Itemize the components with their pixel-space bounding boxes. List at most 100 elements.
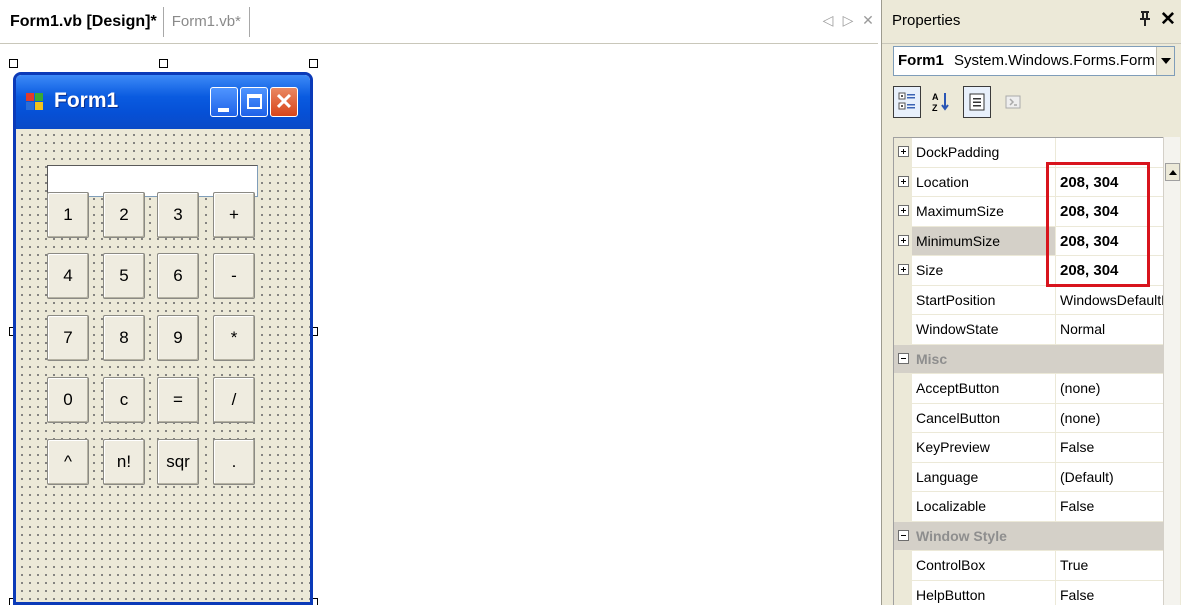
calc-button[interactable]: 7 [47,315,89,361]
category-label: Window Style [916,527,1007,544]
property-row-gutter [894,433,912,462]
calc-button[interactable]: c [103,377,145,423]
selected-object-name: Form1 [898,52,944,69]
calc-button[interactable]: . [213,439,255,485]
property-value[interactable]: (none) [1055,403,1163,432]
calc-button[interactable]: 4 [47,253,89,299]
property-value[interactable]: False [1055,580,1163,605]
property-row[interactable]: MinimumSize 208, 304 [894,226,1163,256]
scroll-up-icon[interactable] [1165,163,1180,181]
calc-button[interactable]: / [213,377,255,423]
minimize-button[interactable] [210,87,238,117]
ide-window: Form1.vb [Design]* Form1.vb* ◁ ▷ ✕ Form1… [0,0,1181,605]
property-row[interactable]: KeyPreview False [894,433,1163,463]
property-row[interactable]: WindowState Normal [894,315,1163,345]
property-row[interactable]: DockPadding [894,138,1163,168]
expand-plus-icon[interactable] [898,234,909,246]
calc-button[interactable]: 3 [157,192,199,238]
expand-plus-icon[interactable] [898,264,909,275]
property-value[interactable]: 208, 304 [1055,197,1163,226]
calc-button[interactable]: - [213,253,255,299]
expand-plus-icon[interactable] [898,175,909,187]
collapse-minus-icon[interactable] [898,529,909,541]
tab-form1-design[interactable]: Form1.vb [Design]* [0,6,164,37]
property-value[interactable]: (Default) [1055,462,1163,491]
calc-button[interactable]: + [213,192,255,238]
pin-icon[interactable] [1138,11,1152,31]
property-value[interactable]: Normal [1055,315,1163,344]
categorized-icon [898,92,915,110]
object-selector-dropdown[interactable]: Form1 System.Windows.Forms.Form [893,46,1175,76]
close-panel-icon[interactable]: ✕ [1160,8,1176,31]
property-category-row[interactable]: Window Style [894,521,1163,551]
property-value[interactable]: False [1055,433,1163,462]
close-document-icon[interactable]: ✕ [862,12,874,29]
property-grid[interactable]: DockPadding Location 208, 304 MaximumSize 20… [893,137,1163,605]
property-row[interactable]: Language (Default) [894,462,1163,492]
calc-button[interactable]: n! [103,439,145,485]
resize-handle-top[interactable] [159,59,168,68]
property-row[interactable]: StartPosition WindowsDefaultLocation [894,285,1163,315]
property-grid-scrollbar[interactable] [1163,137,1180,605]
expand-plus-icon[interactable] [898,205,909,216]
properties-view-button[interactable] [963,86,991,118]
property-value[interactable]: 208, 304 [1055,226,1163,255]
svg-text:A: A [932,92,939,102]
property-row[interactable]: AcceptButton (none) [894,374,1163,404]
calc-button[interactable]: 5 [103,253,145,299]
scroll-tabs-right-icon[interactable]: ▷ [842,12,854,29]
property-value[interactable]: False [1055,492,1163,521]
chevron-down-icon[interactable] [1156,47,1174,75]
calc-button[interactable]: 2 [103,192,145,238]
property-row-gutter [894,403,912,432]
property-row[interactable]: MaximumSize 208, 304 [894,197,1163,227]
close-button[interactable]: ✕ [270,87,298,117]
property-name: WindowState [916,321,999,337]
property-row-gutter [894,315,912,344]
calc-button[interactable]: = [157,377,199,423]
property-value[interactable] [1055,138,1163,167]
property-row[interactable]: Size 208, 304 [894,256,1163,286]
calc-button[interactable]: 8 [103,315,145,361]
design-surface[interactable]: Form1 ✕ 1 2 3 +4 5 6- 7 8 9 * 0 c = / ^ n! sqr. [0,46,880,605]
categorized-button[interactable] [893,86,921,118]
property-row-gutter [894,285,912,314]
tab-form1-code[interactable]: Form1.vb* [164,6,250,37]
property-category-row[interactable]: Misc [894,344,1163,374]
collapse-minus-icon[interactable] [898,352,909,364]
property-value[interactable]: True [1055,551,1163,580]
form-client-area[interactable]: 1 2 3 +4 5 6- 7 8 9 * 0 c = / ^ n! sqr. [16,129,310,602]
svg-text:Z: Z [932,103,938,113]
property-name: Language [916,468,979,485]
scroll-tabs-left-icon[interactable]: ◁ [822,12,834,29]
events-view-button[interactable] [999,86,1027,118]
property-value[interactable]: 208, 304 [1055,256,1163,285]
property-row[interactable]: CancelButton (none) [894,403,1163,433]
property-value[interactable]: WindowsDefaultLocation [1055,285,1163,314]
calc-button[interactable]: sqr [157,439,199,485]
property-row[interactable]: Localizable False [894,492,1163,522]
property-row-gutter [894,374,912,403]
maximize-button[interactable] [240,87,268,117]
designer-tab-strip: Form1.vb [Design]* Form1.vb* ◁ ▷ ✕ [0,0,880,46]
calc-button[interactable]: ^ [47,439,89,485]
calc-button[interactable]: 1 [47,192,89,238]
form-titlebar[interactable]: Form1 ✕ [16,75,310,129]
resize-handle-top-left[interactable] [9,59,18,68]
alphabetical-button[interactable]: A Z [927,86,955,118]
property-row[interactable]: ControlBox True [894,551,1163,581]
property-value[interactable]: 208, 304 [1055,167,1163,196]
form1-window[interactable]: Form1 ✕ 1 2 3 +4 5 6- 7 8 9 * 0 c = / ^ n! sqr. [13,72,313,605]
property-name: HelpButton [916,586,986,603]
calc-button[interactable]: * [213,315,255,361]
property-name: MinimumSize [916,232,1001,249]
property-value[interactable]: (none) [1055,374,1163,403]
property-row[interactable]: HelpButton False [894,580,1163,605]
calc-button[interactable]: 6 [157,253,199,299]
calc-button[interactable]: 0 [47,377,89,423]
resize-handle-top-right[interactable] [309,59,318,68]
expand-plus-icon[interactable] [898,146,909,157]
property-row[interactable]: Location 208, 304 [894,167,1163,197]
calc-button[interactable]: 9 [157,315,199,361]
minimize-icon [218,108,229,112]
